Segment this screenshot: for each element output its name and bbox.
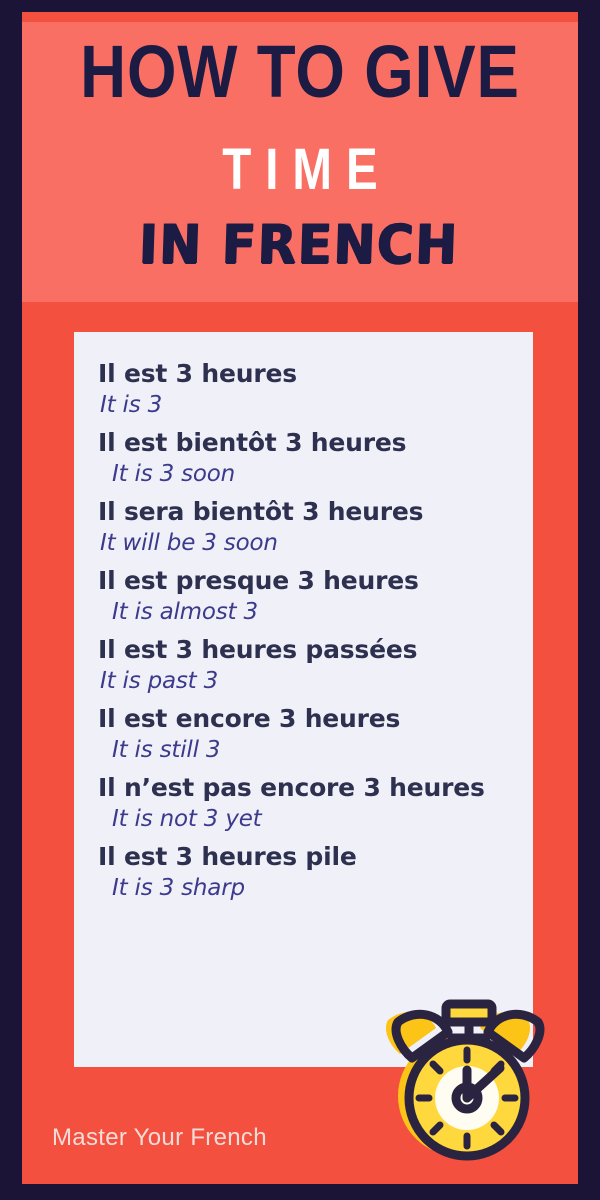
phrase-english: It is still 3 [112,737,221,763]
page-title-line2: TIME [222,137,392,202]
phrase-english: It is 3 [100,392,163,418]
phrase-french: Il est bientôt 3 heures [98,428,407,457]
header-top-strip [22,12,578,22]
footer-brand: Master Your French [52,1124,267,1151]
page-title-line1: HOW TO GIVE [80,30,520,113]
phrase-french: Il sera bientôt 3 heures [98,497,424,526]
phrase-english: It is past 3 [100,668,219,694]
phrase-french: Il est presque 3 heures [98,566,419,595]
phrase-french: Il est 3 heures passées [98,635,418,664]
phrase-english: It is almost 3 [112,599,258,625]
infographic-poster: HOW TO GIVE TIME IN FRENCH Il est 3 heur… [0,0,600,1200]
phrase-french: Il est 3 heures pile [98,842,357,871]
phrase-item: Il est encore 3 heures It is still 3 [98,703,523,766]
phrase-list: Il est 3 heures It is 3 Il est bientôt 3… [98,358,523,910]
alarm-clock-icon [370,992,560,1164]
poster-canvas: HOW TO GIVE TIME IN FRENCH Il est 3 heur… [22,12,578,1184]
phrase-english: It is 3 soon [112,461,236,487]
phrase-item: Il sera bientôt 3 heures It will be 3 so… [98,496,523,559]
phrase-panel: Il est 3 heures It is 3 Il est bientôt 3… [74,332,533,1067]
phrase-item: Il est 3 heures pile It is 3 sharp [98,841,523,904]
phrase-english: It will be 3 soon [100,530,278,556]
phrase-item: Il est 3 heures It is 3 [98,358,523,421]
phrase-item: Il est bientôt 3 heures It is 3 soon [98,427,523,490]
phrase-french: Il n’est pas encore 3 heures [98,773,485,802]
header-band: HOW TO GIVE TIME IN FRENCH [22,12,578,302]
phrase-french: Il est encore 3 heures [98,704,401,733]
phrase-english: It is not 3 yet [112,806,262,832]
phrase-item: Il est 3 heures passées It is past 3 [98,634,523,697]
phrase-french: Il est 3 heures [98,359,297,388]
phrase-english: It is 3 sharp [112,875,245,901]
page-title-line3: IN FRENCH [138,213,460,276]
phrase-item: Il est presque 3 heures It is almost 3 [98,565,523,628]
phrase-item: Il n’est pas encore 3 heures It is not 3… [98,772,523,835]
